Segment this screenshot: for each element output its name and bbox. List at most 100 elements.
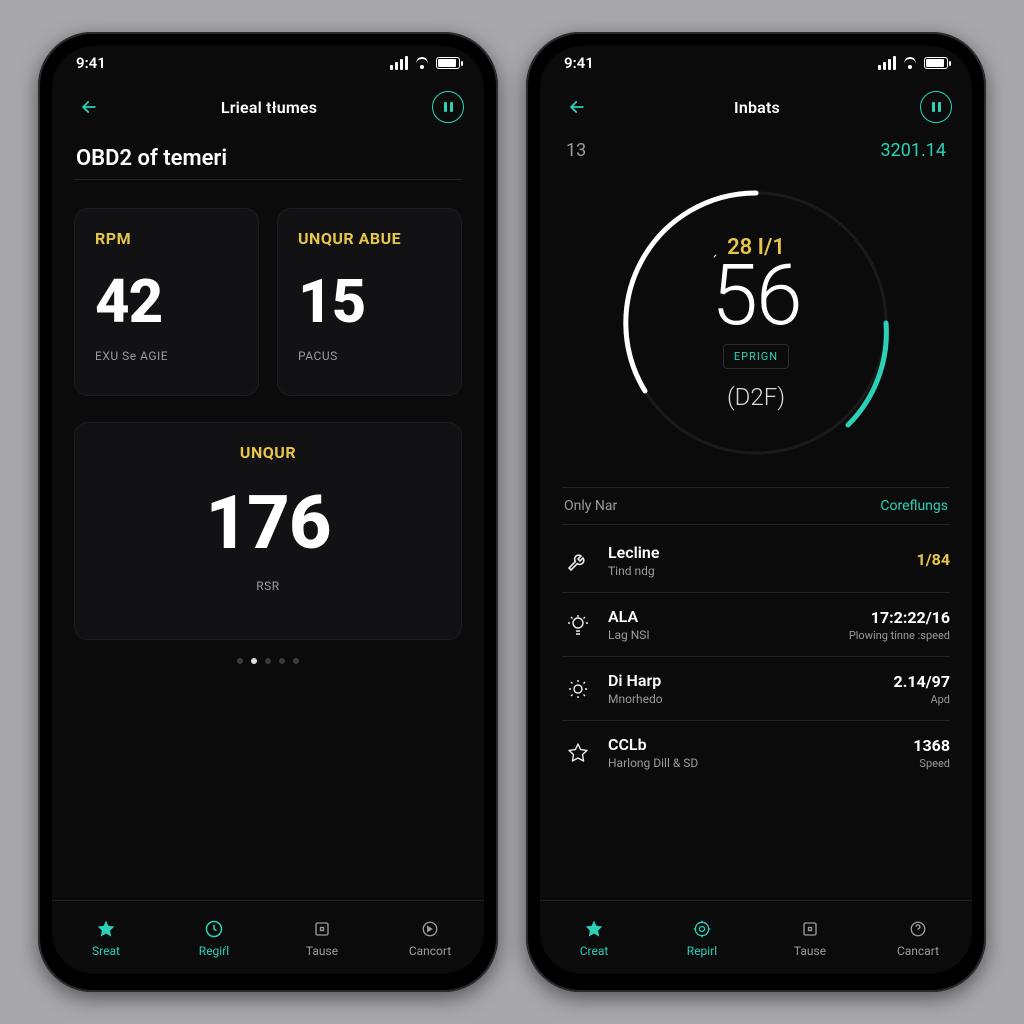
status-indicators: [390, 56, 460, 70]
list-item[interactable]: ALA Lag NSI 17:2:22/16 Plowing tinne :sp…: [562, 593, 950, 657]
card-label: UNQUR ABUE: [298, 229, 441, 248]
gauge-center: 28 I/1 ́56 EPRIGN (D2F): [711, 235, 800, 411]
nav-label: Repirl: [687, 944, 717, 958]
cellular-icon: [390, 56, 408, 70]
clock-icon: [203, 918, 225, 940]
card-label: UNQUR: [95, 443, 441, 462]
phone-left: 9:41 Lrieal tłumes OBD2 of temeri RPM 42…: [38, 32, 498, 992]
content-area: OBD2 of temeri RPM 42 EXU Se AGIE UNQUR …: [52, 134, 484, 900]
back-button[interactable]: [560, 90, 594, 124]
nav-item-tause[interactable]: Tause: [756, 901, 864, 974]
star-icon: [95, 918, 117, 940]
tab-right[interactable]: Coreflungs: [880, 498, 948, 514]
nav-item-repirl[interactable]: Repirl: [648, 901, 756, 974]
top-stats: 13 3201.14: [566, 140, 946, 161]
card-sub: RSR: [95, 579, 441, 593]
star-outline-icon: [562, 737, 594, 769]
row-title: Lecline: [608, 543, 903, 562]
row-title: ALA: [608, 607, 835, 626]
cellular-icon: [878, 56, 896, 70]
list-item[interactable]: Lecline Tind ndg 1/84: [562, 529, 950, 593]
row-value-sub: Apd: [894, 693, 950, 706]
status-time: 9:41: [564, 54, 594, 72]
card-value: 42: [95, 266, 238, 337]
card-sub: PACUS: [298, 349, 441, 363]
square-icon: [311, 918, 333, 940]
row-title: CCLb: [608, 735, 899, 754]
section-heading: OBD2 of temeri: [76, 146, 460, 171]
filter-tabs[interactable]: Only Nar Coreflungs: [562, 487, 950, 525]
page-dots[interactable]: [74, 658, 462, 664]
list-item[interactable]: Di Harp Mnorhedo 2.14/97 Apd: [562, 657, 950, 721]
status-bar: 9:41: [52, 46, 484, 80]
bottom-nav: Creat Repirl Tause Cancart: [540, 900, 972, 974]
help-icon: [907, 918, 929, 940]
card-value: 176: [95, 480, 441, 567]
nav-label: Cancort: [409, 944, 451, 958]
star-icon: [583, 918, 605, 940]
top-bar: Lrieal tłumes: [52, 80, 484, 134]
nav-label: Regiŕl: [199, 944, 229, 958]
card-sub: EXU Se AGIE: [95, 349, 238, 363]
gauge-badge: EPRIGN: [723, 344, 789, 369]
card-value: 15: [298, 266, 441, 337]
bottom-nav: Sreat Regiŕl Tause Cancort: [52, 900, 484, 974]
metrics-list: Lecline Tind ndg 1/84 ALA Lag NSI: [562, 529, 950, 784]
phone-right: 9:41 Inbats 13 3201.14: [526, 32, 986, 992]
wrench-icon: [562, 545, 594, 577]
battery-icon: [924, 57, 948, 69]
row-sub: Tind ndg: [608, 564, 903, 578]
row-value-sub: Speed: [913, 757, 950, 770]
nav-item-sreat[interactable]: Sreat: [52, 901, 160, 974]
sound-icon: [419, 918, 441, 940]
row-value-sub: Plowing tinne :speed: [849, 629, 950, 642]
nav-item-creat[interactable]: Creat: [540, 901, 648, 974]
nav-label: Tause: [306, 944, 338, 958]
content-area: 13 3201.14 28 I/1 ́56 EPRIGN (D2F) Only …: [540, 134, 972, 900]
row-value: 17:2:22/16: [849, 608, 950, 627]
nav-item-cancart[interactable]: Cancart: [864, 901, 972, 974]
nav-item-cancort[interactable]: Cancort: [376, 901, 484, 974]
back-button[interactable]: [72, 90, 106, 124]
screen-left: 9:41 Lrieal tłumes OBD2 of temeri RPM 42…: [52, 46, 484, 974]
square-icon: [799, 918, 821, 940]
pause-button[interactable]: [920, 91, 952, 123]
status-indicators: [878, 56, 948, 70]
row-sub: Lag NSI: [608, 628, 835, 642]
nav-item-tause[interactable]: Tause: [268, 901, 376, 974]
nav-label: Cancart: [897, 944, 939, 958]
row-title: Di Harp: [608, 671, 880, 690]
divider: [74, 179, 462, 180]
nav-label: Creat: [580, 944, 609, 958]
row-sub: Harlong Dill & SD: [608, 756, 899, 770]
row-value: 2.14/97: [894, 672, 950, 691]
battery-icon: [436, 57, 460, 69]
pause-button[interactable]: [432, 91, 464, 123]
metric-card-unqur[interactable]: UNQUR 176 RSR: [74, 422, 462, 640]
metric-card-rpm[interactable]: RPM 42 EXU Se AGIE: [74, 208, 259, 396]
stat-right: 3201.14: [881, 140, 946, 161]
nav-label: Tause: [794, 944, 826, 958]
gauge-sub: (D2F): [711, 383, 800, 411]
row-sub: Mnorhedo: [608, 692, 880, 706]
nav-item-regirl[interactable]: Regiŕl: [160, 901, 268, 974]
page-title: Lrieal tłumes: [221, 98, 317, 117]
nav-label: Sreat: [92, 944, 120, 958]
screen-right: 9:41 Inbats 13 3201.14: [540, 46, 972, 974]
wifi-icon: [414, 57, 430, 69]
target-icon: [691, 918, 713, 940]
bulb-icon: [562, 609, 594, 641]
gauge: 28 I/1 ́56 EPRIGN (D2F): [562, 163, 950, 483]
status-bar: 9:41: [540, 46, 972, 80]
cards-row: RPM 42 EXU Se AGIE UNQUR ABUE 15 PACUS: [74, 208, 462, 396]
status-time: 9:41: [76, 54, 106, 72]
list-item[interactable]: CCLb Harlong Dill & SD 1368 Speed: [562, 721, 950, 784]
top-bar: Inbats: [540, 80, 972, 134]
page-title: Inbats: [734, 98, 780, 117]
stat-left: 13: [566, 140, 586, 161]
metric-card-unqur-abue[interactable]: UNQUR ABUE 15 PACUS: [277, 208, 462, 396]
tab-left[interactable]: Only Nar: [564, 498, 617, 514]
wifi-icon: [902, 57, 918, 69]
gauge-value: ́56: [711, 254, 800, 338]
row-value: 1/84: [917, 550, 950, 569]
